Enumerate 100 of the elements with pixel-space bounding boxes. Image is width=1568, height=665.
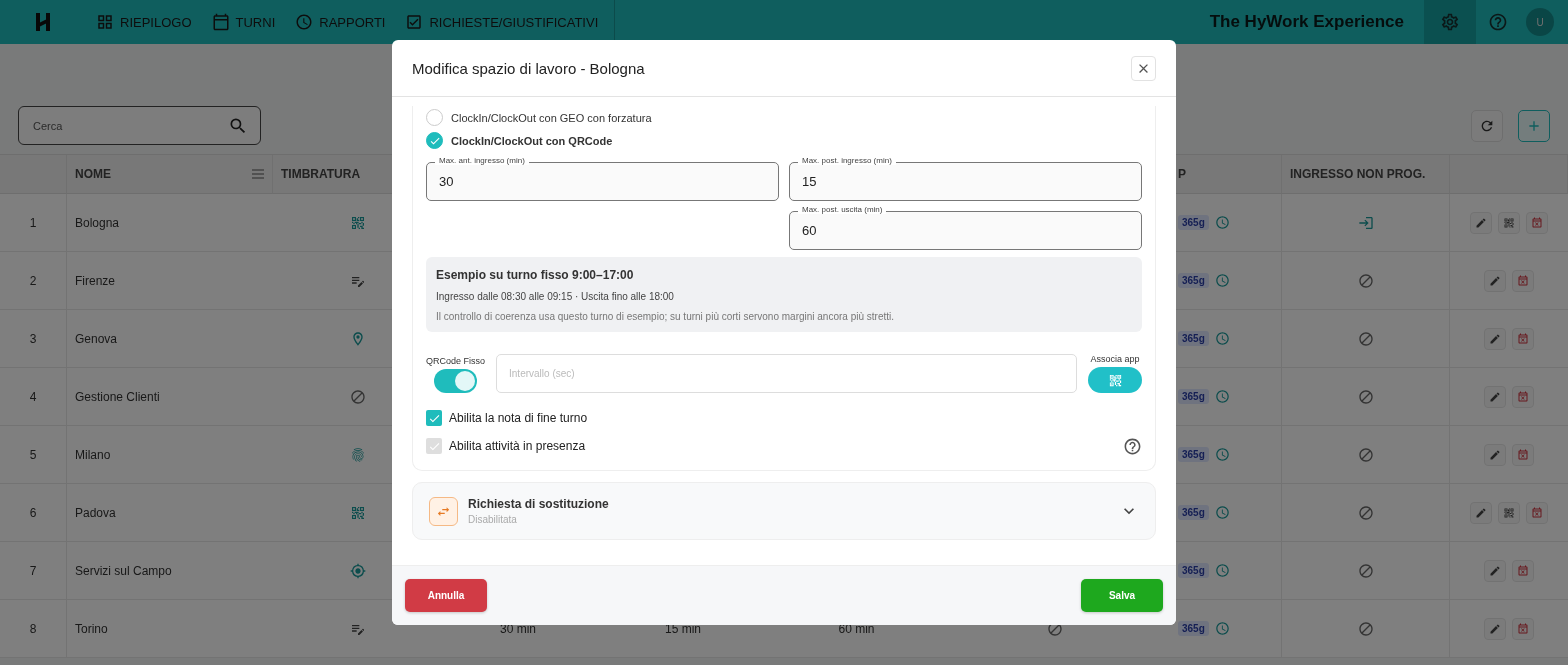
user-avatar[interactable]: U xyxy=(1526,8,1554,36)
search-input[interactable]: Cerca xyxy=(31,118,229,133)
pencil-icon xyxy=(1475,216,1487,229)
ban-icon xyxy=(350,388,366,405)
clock-icon xyxy=(295,13,314,31)
grid-icon xyxy=(96,13,114,31)
edit-button[interactable] xyxy=(1470,501,1492,524)
calendar-x-icon xyxy=(1531,216,1543,229)
nav-link[interactable]: RIEPILOGO xyxy=(86,0,202,44)
row-number: 7 xyxy=(29,563,37,578)
edit-button[interactable] xyxy=(1484,617,1506,640)
edit-button[interactable] xyxy=(1484,443,1506,466)
radio-button[interactable] xyxy=(426,109,443,126)
edit-button[interactable] xyxy=(1484,269,1506,292)
edit-button[interactable] xyxy=(1484,559,1506,582)
nav-link[interactable]: RAPPORTI xyxy=(285,0,396,44)
days-badge: 365g xyxy=(1178,331,1209,346)
delete-button[interactable] xyxy=(1512,327,1534,350)
brand-title: The HyWork Experience xyxy=(1209,12,1404,32)
pencil-icon xyxy=(1489,564,1501,577)
days-badge: 365g xyxy=(1178,447,1209,462)
calendar-x-icon xyxy=(1517,448,1529,461)
pencil-icon xyxy=(1489,332,1501,345)
checkbox-label: Abilita attività in presenza xyxy=(449,439,586,453)
radio-label: ClockIn/ClockOut con GEO con forzatura xyxy=(451,111,652,124)
ban-icon xyxy=(1357,620,1374,637)
delete-button[interactable] xyxy=(1512,617,1534,640)
delete-button[interactable] xyxy=(1512,559,1534,582)
delete-button[interactable] xyxy=(1526,211,1548,234)
row-number: 3 xyxy=(29,331,37,346)
clock-icon xyxy=(1214,389,1230,404)
qr-code-icon xyxy=(1107,372,1123,388)
column-header: INGRESSO NON PROG. xyxy=(1290,167,1426,181)
settings-button[interactable] xyxy=(1424,0,1476,44)
column-header: P xyxy=(1178,167,1186,181)
row-number: 1 xyxy=(29,215,37,230)
radio-button[interactable] xyxy=(426,132,443,149)
radio-label: ClockIn/ClockOut con QRCode xyxy=(451,134,613,147)
checkbox-icon xyxy=(405,13,424,31)
row-number: 4 xyxy=(29,389,37,404)
delete-button[interactable] xyxy=(1526,501,1548,524)
checkbox[interactable] xyxy=(426,410,442,426)
pencil-icon xyxy=(1489,390,1501,403)
pencil-icon xyxy=(1489,622,1501,635)
toggle-label: QRCode Fisso xyxy=(426,356,486,366)
workspace-name: Gestione Clienti xyxy=(75,389,160,404)
calendar-icon xyxy=(211,13,230,31)
menu-icon[interactable] xyxy=(252,169,264,179)
edit-button[interactable] xyxy=(1470,211,1492,234)
calendar-x-icon xyxy=(1531,506,1543,519)
fingerprint-icon xyxy=(350,446,366,463)
dialog-title: Modifica spazio di lavoro - Bologna xyxy=(412,59,645,77)
toggle-switch[interactable] xyxy=(434,369,477,393)
pencil-icon xyxy=(1489,274,1501,287)
column-header: TIMBRATURA xyxy=(281,167,361,181)
ban-icon xyxy=(1357,272,1374,289)
target-icon xyxy=(350,562,366,579)
delete-button[interactable] xyxy=(1512,385,1534,408)
calendar-x-icon xyxy=(1517,332,1529,345)
clock-icon xyxy=(1214,447,1230,462)
add-button[interactable] xyxy=(1518,109,1550,142)
pencil-icon xyxy=(1489,448,1501,461)
refresh-button[interactable] xyxy=(1471,109,1504,142)
workspace-name: Padova xyxy=(75,505,116,520)
calendar-x-icon xyxy=(1517,274,1529,287)
row-number: 5 xyxy=(29,447,37,462)
edit-button[interactable] xyxy=(1484,385,1506,408)
qr-code-button[interactable] xyxy=(1498,211,1520,234)
edit-button[interactable] xyxy=(1484,327,1506,350)
close-button[interactable] xyxy=(1131,55,1156,81)
delete-button[interactable] xyxy=(1512,443,1534,466)
clock-icon xyxy=(1214,273,1230,288)
associate-label: Associa app xyxy=(1090,354,1140,364)
workspace-name: Firenze xyxy=(75,273,115,288)
days-badge: 365g xyxy=(1178,563,1209,578)
checkbox-label: Abilita la nota di fine turno xyxy=(449,411,588,425)
qr-code-button[interactable] xyxy=(1498,501,1520,524)
clock-icon xyxy=(1214,331,1230,346)
ban-icon xyxy=(1357,446,1374,463)
accordion-header[interactable]: Richiesta di sostituzione Disabilitata xyxy=(412,482,1156,540)
accordion-title: Richiesta di sostituzione xyxy=(468,497,609,511)
cancel-button[interactable]: Annulla xyxy=(405,579,487,612)
calendar-x-icon xyxy=(1517,390,1529,403)
login-icon xyxy=(1357,214,1374,231)
nav-link[interactable]: RICHIESTE/GIUSTIFICATIVI xyxy=(395,0,609,44)
column-header: NOME xyxy=(75,167,111,181)
nav-link[interactable]: TURNI xyxy=(201,0,286,44)
save-button[interactable]: Salva xyxy=(1081,579,1163,612)
workspace-name: Servizi sul Campo xyxy=(75,563,172,578)
ban-icon xyxy=(1357,504,1374,521)
calendar-x-icon xyxy=(1517,564,1529,577)
clock-icon xyxy=(1214,621,1230,636)
example-line: Ingresso dalle 08:30 alle 09:15 · Uscita fino alle 18:00 xyxy=(436,291,675,302)
interval-field[interactable]: Intervallo (sec) xyxy=(496,354,1077,393)
delete-button[interactable] xyxy=(1512,269,1534,292)
logo-icon xyxy=(34,11,52,33)
example-title: Esempio su turno fisso 9:00–17:00 xyxy=(436,268,635,282)
qr-code-button[interactable] xyxy=(1088,367,1142,393)
search-field[interactable]: Cerca xyxy=(18,106,262,145)
help-icon[interactable] xyxy=(1123,436,1142,456)
